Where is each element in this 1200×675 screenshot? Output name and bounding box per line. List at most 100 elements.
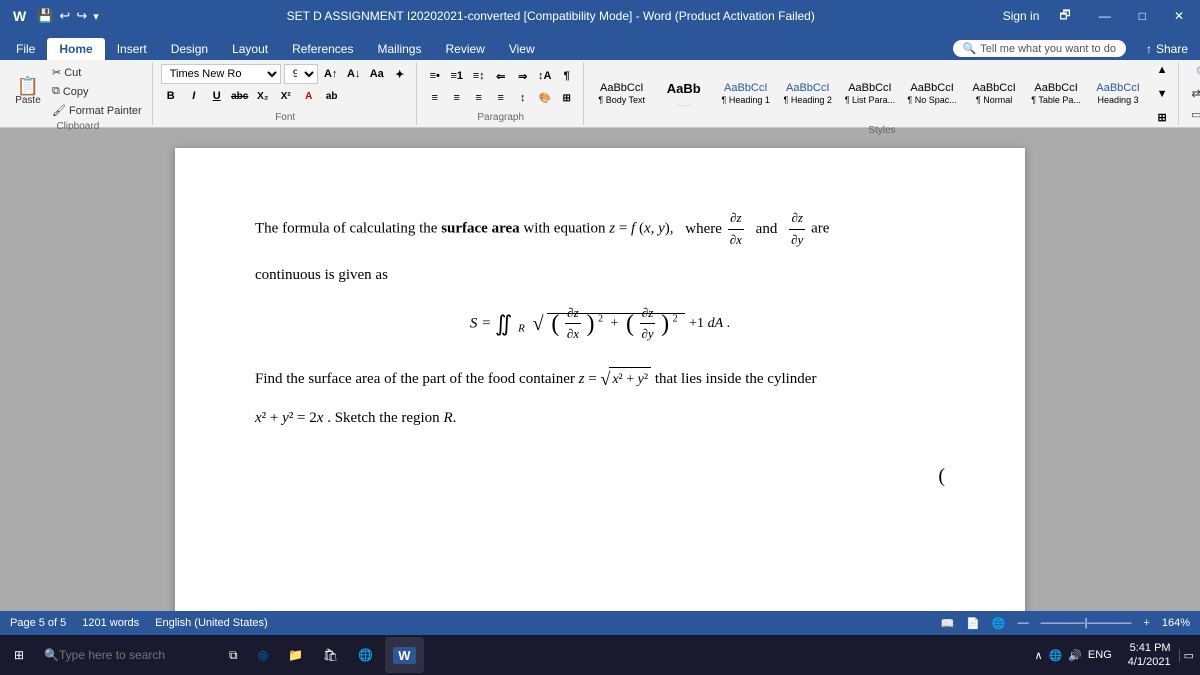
minimize-button[interactable]: —	[1091, 0, 1119, 32]
underline-button[interactable]: U	[207, 86, 227, 106]
file-explorer-button[interactable]: 📁	[280, 637, 311, 673]
decrease-indent-button[interactable]: ⇐	[491, 66, 511, 86]
styles-expand[interactable]: ⊞	[1152, 108, 1172, 128]
highlight-button[interactable]: ab	[322, 86, 342, 106]
quick-access-save[interactable]: 💾	[37, 8, 53, 24]
paragraph-4: x² + y² = 2x . Sketch the region R.	[255, 406, 945, 430]
print-layout-icon[interactable]: 📄	[966, 617, 980, 630]
increase-indent-button[interactable]: ⇒	[513, 66, 533, 86]
title-right: Sign in 🗗 — □ ✕	[1003, 0, 1192, 32]
word-taskbar-button[interactable]: W	[385, 637, 423, 673]
para1-and: and	[756, 221, 781, 237]
edge-button[interactable]: ◎	[250, 637, 276, 673]
style-list-para[interactable]: AaBbCcI ¶ List Para...	[840, 65, 900, 123]
paste-button[interactable]: 📋 Paste	[10, 75, 46, 108]
style-no-spacing[interactable]: AaBbCcI ¶ No Spac...	[902, 65, 962, 123]
read-mode-icon[interactable]: 📖	[940, 617, 954, 630]
start-button[interactable]: ⊞	[6, 637, 32, 673]
store-icon: 🛍	[323, 648, 338, 662]
style-heading-3[interactable]: AaBbCcI Heading 3	[1088, 65, 1148, 123]
share-icon: ↑	[1146, 42, 1152, 56]
quick-access-redo[interactable]: ↪	[76, 8, 87, 24]
shading-button[interactable]: 🎨	[535, 88, 555, 108]
font-size-selector[interactable]: 9	[284, 64, 318, 84]
network-icon[interactable]: 🌐	[1049, 649, 1063, 662]
exp-2-dzdx: 2	[598, 313, 603, 324]
maximize-button[interactable]: □	[1131, 0, 1154, 32]
font-color-button[interactable]: A	[299, 86, 319, 106]
tab-layout[interactable]: Layout	[220, 38, 280, 60]
task-view-icon: ⧉	[229, 648, 238, 663]
find-button[interactable]: 🔍 Find ▾	[1192, 64, 1200, 81]
style-default[interactable]: AaBb ___	[654, 65, 714, 123]
align-center-button[interactable]: ≡	[447, 88, 467, 108]
italic-button[interactable]: I	[184, 86, 204, 106]
styles-scroll-up[interactable]: ▲	[1152, 60, 1172, 80]
search-button[interactable]: 🔍	[36, 637, 217, 673]
show-desktop-button[interactable]: ▭	[1179, 649, 1194, 662]
justify-button[interactable]: ≡	[491, 88, 511, 108]
replace-button[interactable]: ⇄ Replace	[1188, 85, 1200, 102]
tab-file[interactable]: File	[4, 38, 47, 60]
sign-in-button[interactable]: Sign in	[1003, 9, 1040, 23]
zoom-slider[interactable]: ————|————	[1041, 617, 1132, 629]
windows-icon: ⊞	[14, 648, 24, 662]
numbering-button[interactable]: ≡1	[447, 66, 467, 86]
format-painter-button[interactable]: 🖌 Format Painter	[48, 102, 146, 119]
tab-home[interactable]: Home	[47, 38, 104, 60]
share-button[interactable]: ↑ Sign in Share	[1134, 38, 1200, 60]
tab-view[interactable]: View	[497, 38, 547, 60]
tab-review[interactable]: Review	[433, 38, 496, 60]
bold-button[interactable]: B	[161, 86, 181, 106]
align-left-button[interactable]: ≡	[425, 88, 445, 108]
tab-design[interactable]: Design	[159, 38, 220, 60]
cut-button[interactable]: ✂ Cut	[48, 64, 146, 81]
tab-references[interactable]: References	[280, 38, 365, 60]
lone-paren: (	[255, 460, 945, 492]
line-spacing-button[interactable]: ↕	[513, 88, 533, 108]
chrome-button[interactable]: 🌐	[350, 637, 381, 673]
clear-formatting-button[interactable]: ✦	[390, 64, 410, 84]
multilevel-list-button[interactable]: ≡↕	[469, 66, 489, 86]
decrease-font-button[interactable]: A↓	[344, 64, 364, 84]
styles-scroll-down[interactable]: ▼	[1152, 84, 1172, 104]
tell-me-input[interactable]: 🔍 Tell me what you want to do	[953, 40, 1126, 57]
quick-access-undo[interactable]: ↩	[59, 8, 70, 24]
store-button[interactable]: 🛍	[315, 637, 346, 673]
show-marks-button[interactable]: ¶	[557, 66, 577, 86]
para1-text-start: The formula of calculating the	[255, 221, 441, 237]
style-heading-2[interactable]: AaBbCcI ¶ Heading 2	[778, 65, 838, 123]
sort-button[interactable]: ↕A	[535, 66, 555, 86]
integral-subscript-R: R	[518, 322, 525, 334]
chevron-icon[interactable]: ∧	[1034, 649, 1042, 662]
style-table-para[interactable]: AaBbCcI ¶ Table Pa...	[1026, 65, 1086, 123]
restore-window-icon[interactable]: 🗗	[1051, 0, 1078, 32]
language-indicator[interactable]: ENG	[1088, 649, 1112, 661]
close-button[interactable]: ✕	[1166, 0, 1192, 32]
increase-font-button[interactable]: A↑	[321, 64, 341, 84]
para1-text-mid: with equation z =	[520, 221, 631, 237]
style-heading-1[interactable]: AaBbCcI ¶ Heading 1	[716, 65, 776, 123]
bullets-button[interactable]: ≡•	[425, 66, 445, 86]
exp-2-dzdy: 2	[673, 313, 678, 324]
web-layout-icon[interactable]: 🌐	[992, 617, 1006, 630]
tab-insert[interactable]: Insert	[105, 38, 159, 60]
style-normal[interactable]: AaBbCcI ¶ Normal	[964, 65, 1024, 123]
style-body-text[interactable]: AaBbCcI ¶ Body Text	[592, 65, 652, 123]
superscript-button[interactable]: X²	[276, 86, 296, 106]
change-case-button[interactable]: Aa	[367, 64, 387, 84]
copy-button[interactable]: ⧉ Copy	[48, 83, 146, 100]
align-right-button[interactable]: ≡	[469, 88, 489, 108]
document-page: The formula of calculating the surface a…	[175, 148, 1025, 611]
tab-mailings[interactable]: Mailings	[365, 38, 433, 60]
font-name-selector[interactable]: Times New Ro	[161, 64, 281, 84]
borders-button[interactable]: ⊞	[557, 88, 577, 108]
clock[interactable]: 5:41 PM 4/1/2021	[1128, 641, 1171, 670]
select-button[interactable]: ▭ Select =	[1187, 106, 1200, 123]
language: English (United States)	[155, 617, 268, 629]
taskbar-search-input[interactable]	[59, 648, 209, 662]
strikethrough-button[interactable]: abc	[230, 86, 250, 106]
task-view-button[interactable]: ⧉	[221, 637, 246, 673]
speaker-icon[interactable]: 🔊	[1068, 649, 1082, 662]
subscript-button[interactable]: X₂	[253, 86, 273, 106]
